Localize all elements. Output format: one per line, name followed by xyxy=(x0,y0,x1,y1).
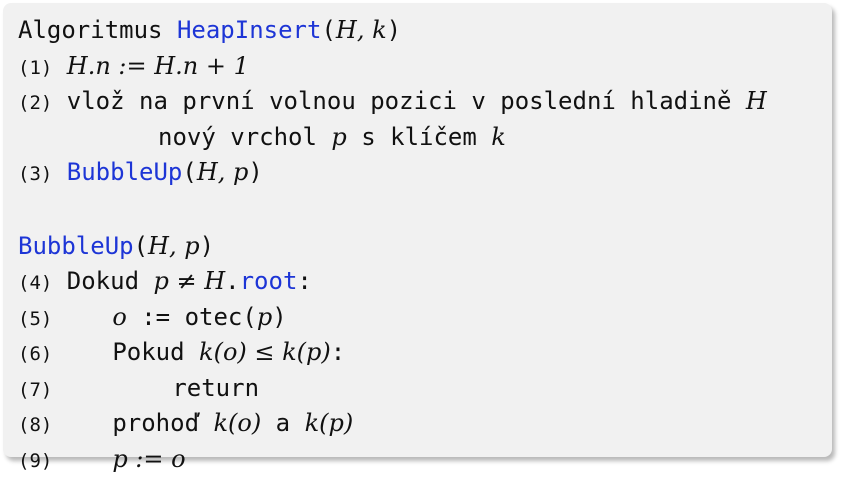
line-number: (1) xyxy=(18,56,53,79)
math-variable: p xyxy=(256,302,273,331)
math-variable: o xyxy=(112,302,127,331)
code-text: prohoď xyxy=(112,409,200,437)
math-expression: k(o) ≤ k(p) xyxy=(199,338,331,366)
math-variable: H xyxy=(745,87,767,115)
algorithm-keyword: Algoritmus xyxy=(18,16,177,44)
algorithm-box: Algoritmus HeapInsert(H, k) (1) H.n := H… xyxy=(3,3,832,473)
math-expression: p ≠ H xyxy=(153,267,226,295)
code-line-2-continued: nový vrchol p s klíčem k xyxy=(18,120,832,156)
function-args: H, p xyxy=(196,158,249,186)
code-line-9: (9) p := o xyxy=(18,442,832,478)
line-number: (5) xyxy=(18,307,53,330)
math-expression: k(o) xyxy=(213,409,262,437)
algorithm-args: H, k xyxy=(335,16,387,44)
code-line-8: (8) prohoď k(o) a k(p) xyxy=(18,406,832,442)
algorithm-header-heapinsert: Algoritmus HeapInsert(H, k) xyxy=(18,13,832,49)
args-open: ( xyxy=(321,16,336,44)
code-line-3: (3) BubbleUp(H, p) xyxy=(18,158,263,186)
line-number: (4) xyxy=(18,272,53,294)
code-line-1: (1) H.n := H.n + 1 xyxy=(18,49,832,85)
code-text: Pokud xyxy=(112,338,185,366)
algorithm-name-bubbleup: BubbleUp xyxy=(18,231,134,260)
code-text: Dokud xyxy=(66,267,140,295)
code-text: nový vrchol xyxy=(158,122,317,151)
line-number: (7) xyxy=(18,378,53,401)
line-number: (3) xyxy=(18,163,53,185)
code-line-5: (5) o := otec(p) xyxy=(18,302,287,331)
code-line-2: (2) vlož na první volnou pozici v posled… xyxy=(18,84,832,120)
math-variable: p xyxy=(331,122,347,151)
code-text: := otec( xyxy=(141,302,257,331)
math-expression: k(p) xyxy=(304,409,354,437)
root-field: root xyxy=(239,267,298,295)
code-line-6: (6) Pokud k(o) ≤ k(p): xyxy=(18,338,346,366)
code-text: a xyxy=(275,409,291,437)
code-text: vlož na první volnou pozici v poslední h… xyxy=(66,87,732,115)
code-text: s klíčem xyxy=(361,122,477,151)
algorithm-header-bubbleup: BubbleUp(H, p) xyxy=(18,231,215,260)
line-number: (9) xyxy=(18,449,53,472)
function-call-bubbleup: BubbleUp xyxy=(66,158,183,186)
line-number: (2) xyxy=(18,92,53,114)
algorithm-args: H, p xyxy=(148,231,200,260)
line-number: (8) xyxy=(18,414,53,436)
math-variable: k xyxy=(491,122,506,151)
math-expression: H.n := H.n + 1 xyxy=(66,51,249,80)
args-close: ) xyxy=(386,16,402,44)
code-line-4: (4) Dokud p ≠ H.root: xyxy=(18,267,312,295)
math-expression: p := o xyxy=(112,444,186,473)
line-number: (6) xyxy=(18,343,53,365)
algorithm-name-heapinsert: HeapInsert xyxy=(176,16,322,44)
code-text: return xyxy=(172,373,260,402)
code-line-7: (7) return xyxy=(18,371,832,407)
